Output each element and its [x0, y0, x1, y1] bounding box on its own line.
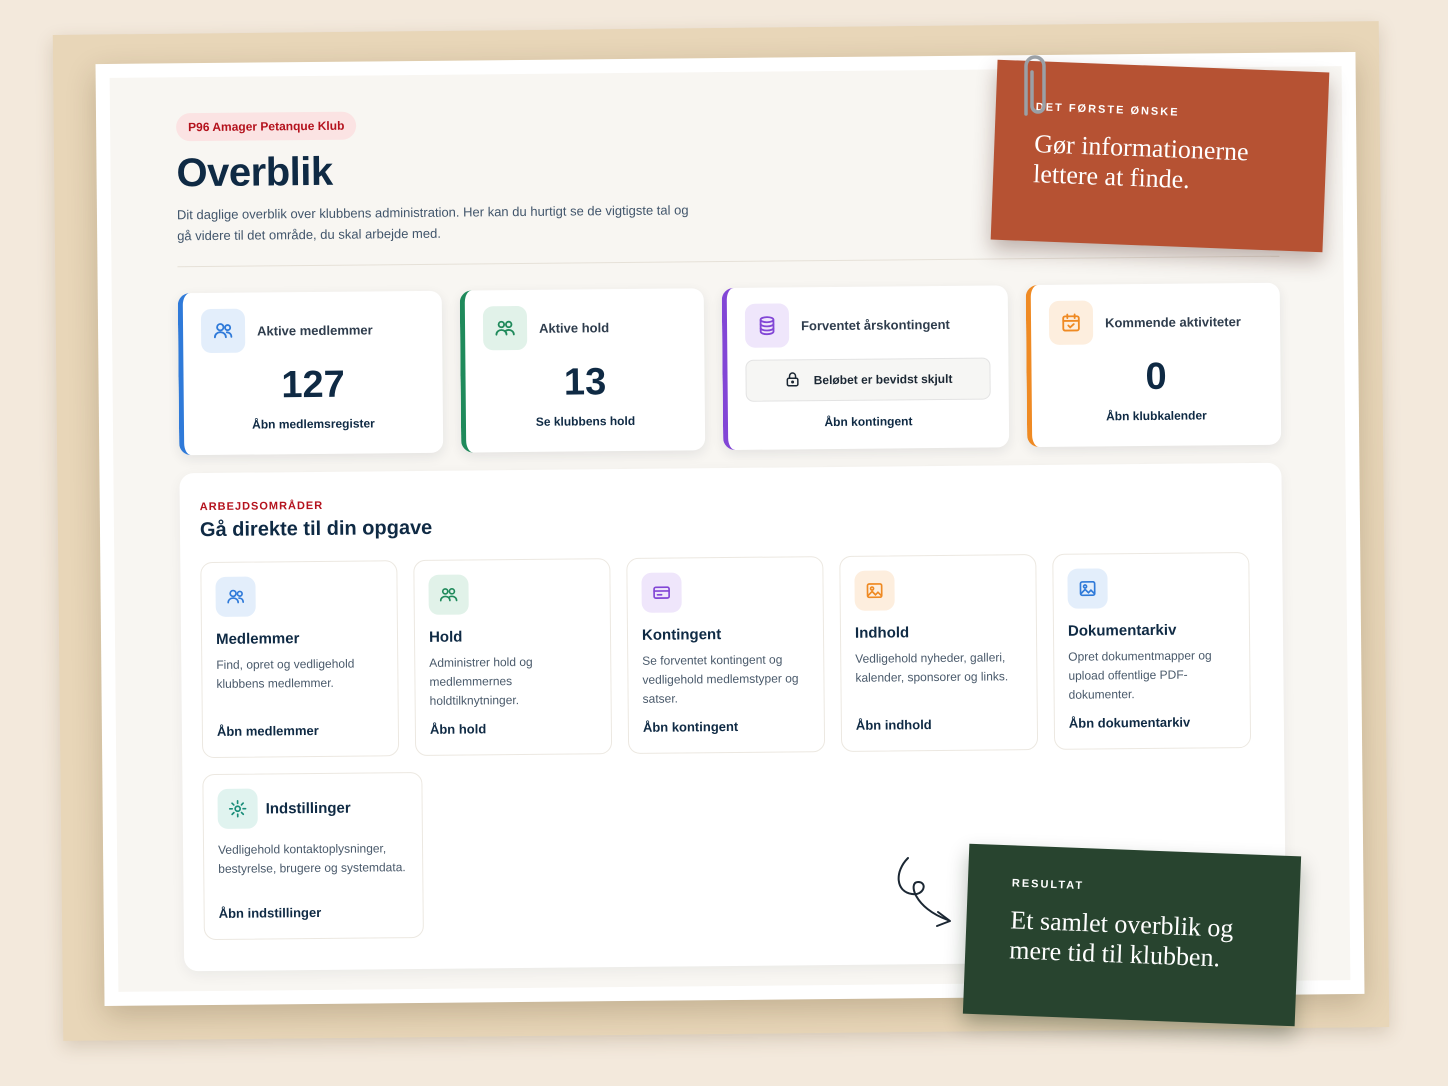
tile-title: Indhold	[854, 624, 910, 642]
tile-description: Administrer hold og medlemmernes holdtil…	[429, 654, 533, 708]
team-icon	[428, 574, 469, 615]
team-icon	[482, 305, 528, 351]
card-icon	[641, 572, 682, 613]
tile-description: Se forventet kontingent og vedligehold m…	[642, 652, 799, 706]
note-text: Et samlet overblik og mere tid til klubb…	[1008, 905, 1235, 973]
stat-value: 0	[1145, 355, 1167, 399]
stats-row: Aktive medlemmer 127 Åbn medlemsregister…	[177, 282, 1284, 456]
tile-description: Find, opret og vedligehold klubbens medl…	[216, 656, 355, 691]
note-eyebrow: DET FØRSTE ØNSKE	[1035, 101, 1180, 119]
tile-link[interactable]: Åbn dokumentarkiv	[1069, 715, 1190, 731]
stat-link[interactable]: Åbn medlemsregister	[202, 416, 425, 432]
stat-card-teams[interactable]: Aktive hold 13 Se klubbens hold	[459, 288, 706, 453]
area-tile-documents[interactable]: Dokumentarkiv Opret dokumentmapper og up…	[1052, 552, 1252, 750]
section-title: Gå direkte til din opgave	[199, 516, 433, 542]
area-tile-members[interactable]: Medlemmer Find, opret og vedligehold klu…	[200, 560, 400, 759]
stat-card-members[interactable]: Aktive medlemmer 127 Åbn medlemsregister	[177, 290, 444, 456]
stat-card-activities[interactable]: Kommende aktiviteter 0 Åbn klubkalender	[1025, 282, 1282, 448]
tile-title: Indstillinger	[265, 799, 351, 817]
tile-link[interactable]: Åbn indhold	[856, 717, 932, 733]
tile-title: Dokumentarkiv	[1067, 621, 1177, 640]
stat-value: 13	[563, 361, 607, 404]
tile-description: Opret dokumentmapper og upload offentlig…	[1068, 648, 1212, 702]
note-eyebrow: RESULTAT	[1011, 877, 1085, 893]
stat-card-fees[interactable]: Forventet årskontingent Beløbet er bevid…	[721, 285, 1010, 451]
area-tile-fees[interactable]: Kontingent Se forventet kontingent og ve…	[626, 556, 826, 754]
gear-icon	[217, 788, 258, 829]
image-icon	[854, 570, 895, 611]
tile-link[interactable]: Åbn hold	[430, 721, 486, 737]
hidden-amount-box: Beløbet er bevidst skjult	[745, 357, 991, 402]
page-description: Dit daglige overblik over klubbens admin…	[176, 202, 689, 244]
stat-link[interactable]: Åbn klubkalender	[1050, 408, 1263, 424]
note-text: Gør informationerne lettere at finde.	[1032, 129, 1250, 195]
stat-label: Forventet årskontingent	[800, 316, 950, 333]
hidden-amount-text: Beløbet er bevidst skjult	[813, 371, 953, 388]
stat-link[interactable]: Se klubbens hold	[484, 413, 687, 429]
note-result: RESULTAT Et samlet overblik og mere tid …	[962, 843, 1302, 1027]
image-icon	[1067, 568, 1108, 609]
users-icon	[200, 308, 246, 354]
stat-label: Aktive hold	[538, 319, 610, 336]
tile-title: Hold	[428, 628, 463, 646]
divider	[177, 255, 1280, 268]
area-tile-settings[interactable]: Indstillinger Vedligehold kontaktoplysni…	[202, 771, 424, 941]
stat-label: Kommende aktiviteter	[1104, 313, 1241, 330]
stat-link[interactable]: Åbn kontingent	[746, 413, 991, 429]
users-icon	[215, 576, 256, 617]
area-tile-teams[interactable]: Hold Administrer hold og medlemmernes ho…	[413, 558, 613, 757]
tile-link[interactable]: Åbn medlemmer	[217, 723, 319, 739]
tile-link[interactable]: Åbn indstillinger	[219, 905, 322, 921]
tile-description: Vedligehold nyheder, galleri, kalender, …	[855, 650, 1009, 685]
area-tile-content[interactable]: Indhold Vedligehold nyheder, galleri, ka…	[839, 554, 1039, 752]
club-badge: P96 Amager Petanque Klub	[175, 111, 357, 142]
tile-title: Medlemmer	[215, 630, 300, 648]
coins-icon	[744, 303, 790, 348]
stat-value: 127	[281, 363, 346, 407]
calendar-icon	[1048, 300, 1094, 345]
tile-title: Kontingent	[641, 626, 722, 644]
tile-link[interactable]: Åbn kontingent	[643, 719, 738, 735]
tile-description: Vedligehold kontaktoplysninger, bestyrel…	[217, 841, 406, 876]
arrow-icon	[897, 857, 951, 927]
lock-icon	[784, 370, 802, 391]
paperclip-icon	[1024, 55, 1046, 116]
stat-label: Aktive medlemmer	[257, 321, 373, 339]
